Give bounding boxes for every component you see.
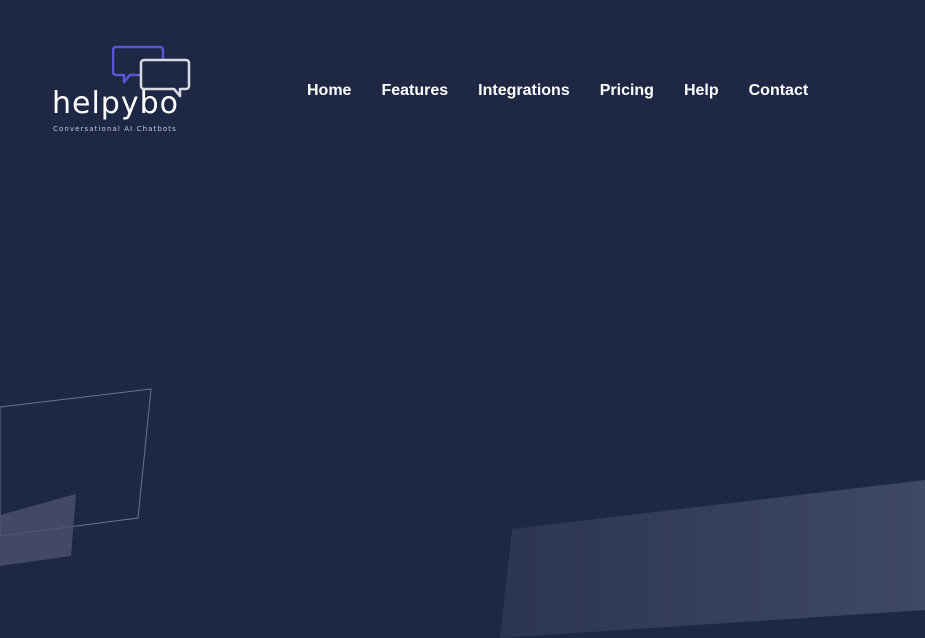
outline-parallelogram-shape [0, 388, 152, 537]
nav-item-help[interactable]: Help [669, 78, 734, 104]
nav-item-features[interactable]: Features [366, 78, 463, 104]
logo-link[interactable]: helpybo Conversational AI Chatbots [50, 42, 195, 138]
right-translucent-shape [500, 480, 925, 638]
nav-item-home[interactable]: Home [292, 78, 366, 104]
nav-item-pricing[interactable]: Pricing [585, 78, 669, 104]
nav-item-integrations[interactable]: Integrations [463, 78, 585, 104]
logo-wordmark: helpybo [52, 86, 179, 121]
page: helpybo Conversational AI Chatbots Home … [0, 0, 925, 638]
main-nav: Home Features Integrations Pricing Help … [292, 78, 823, 104]
left-translucent-shape [0, 494, 76, 566]
logo-tagline: Conversational AI Chatbots [53, 125, 177, 133]
nav-item-contact[interactable]: Contact [734, 78, 824, 104]
